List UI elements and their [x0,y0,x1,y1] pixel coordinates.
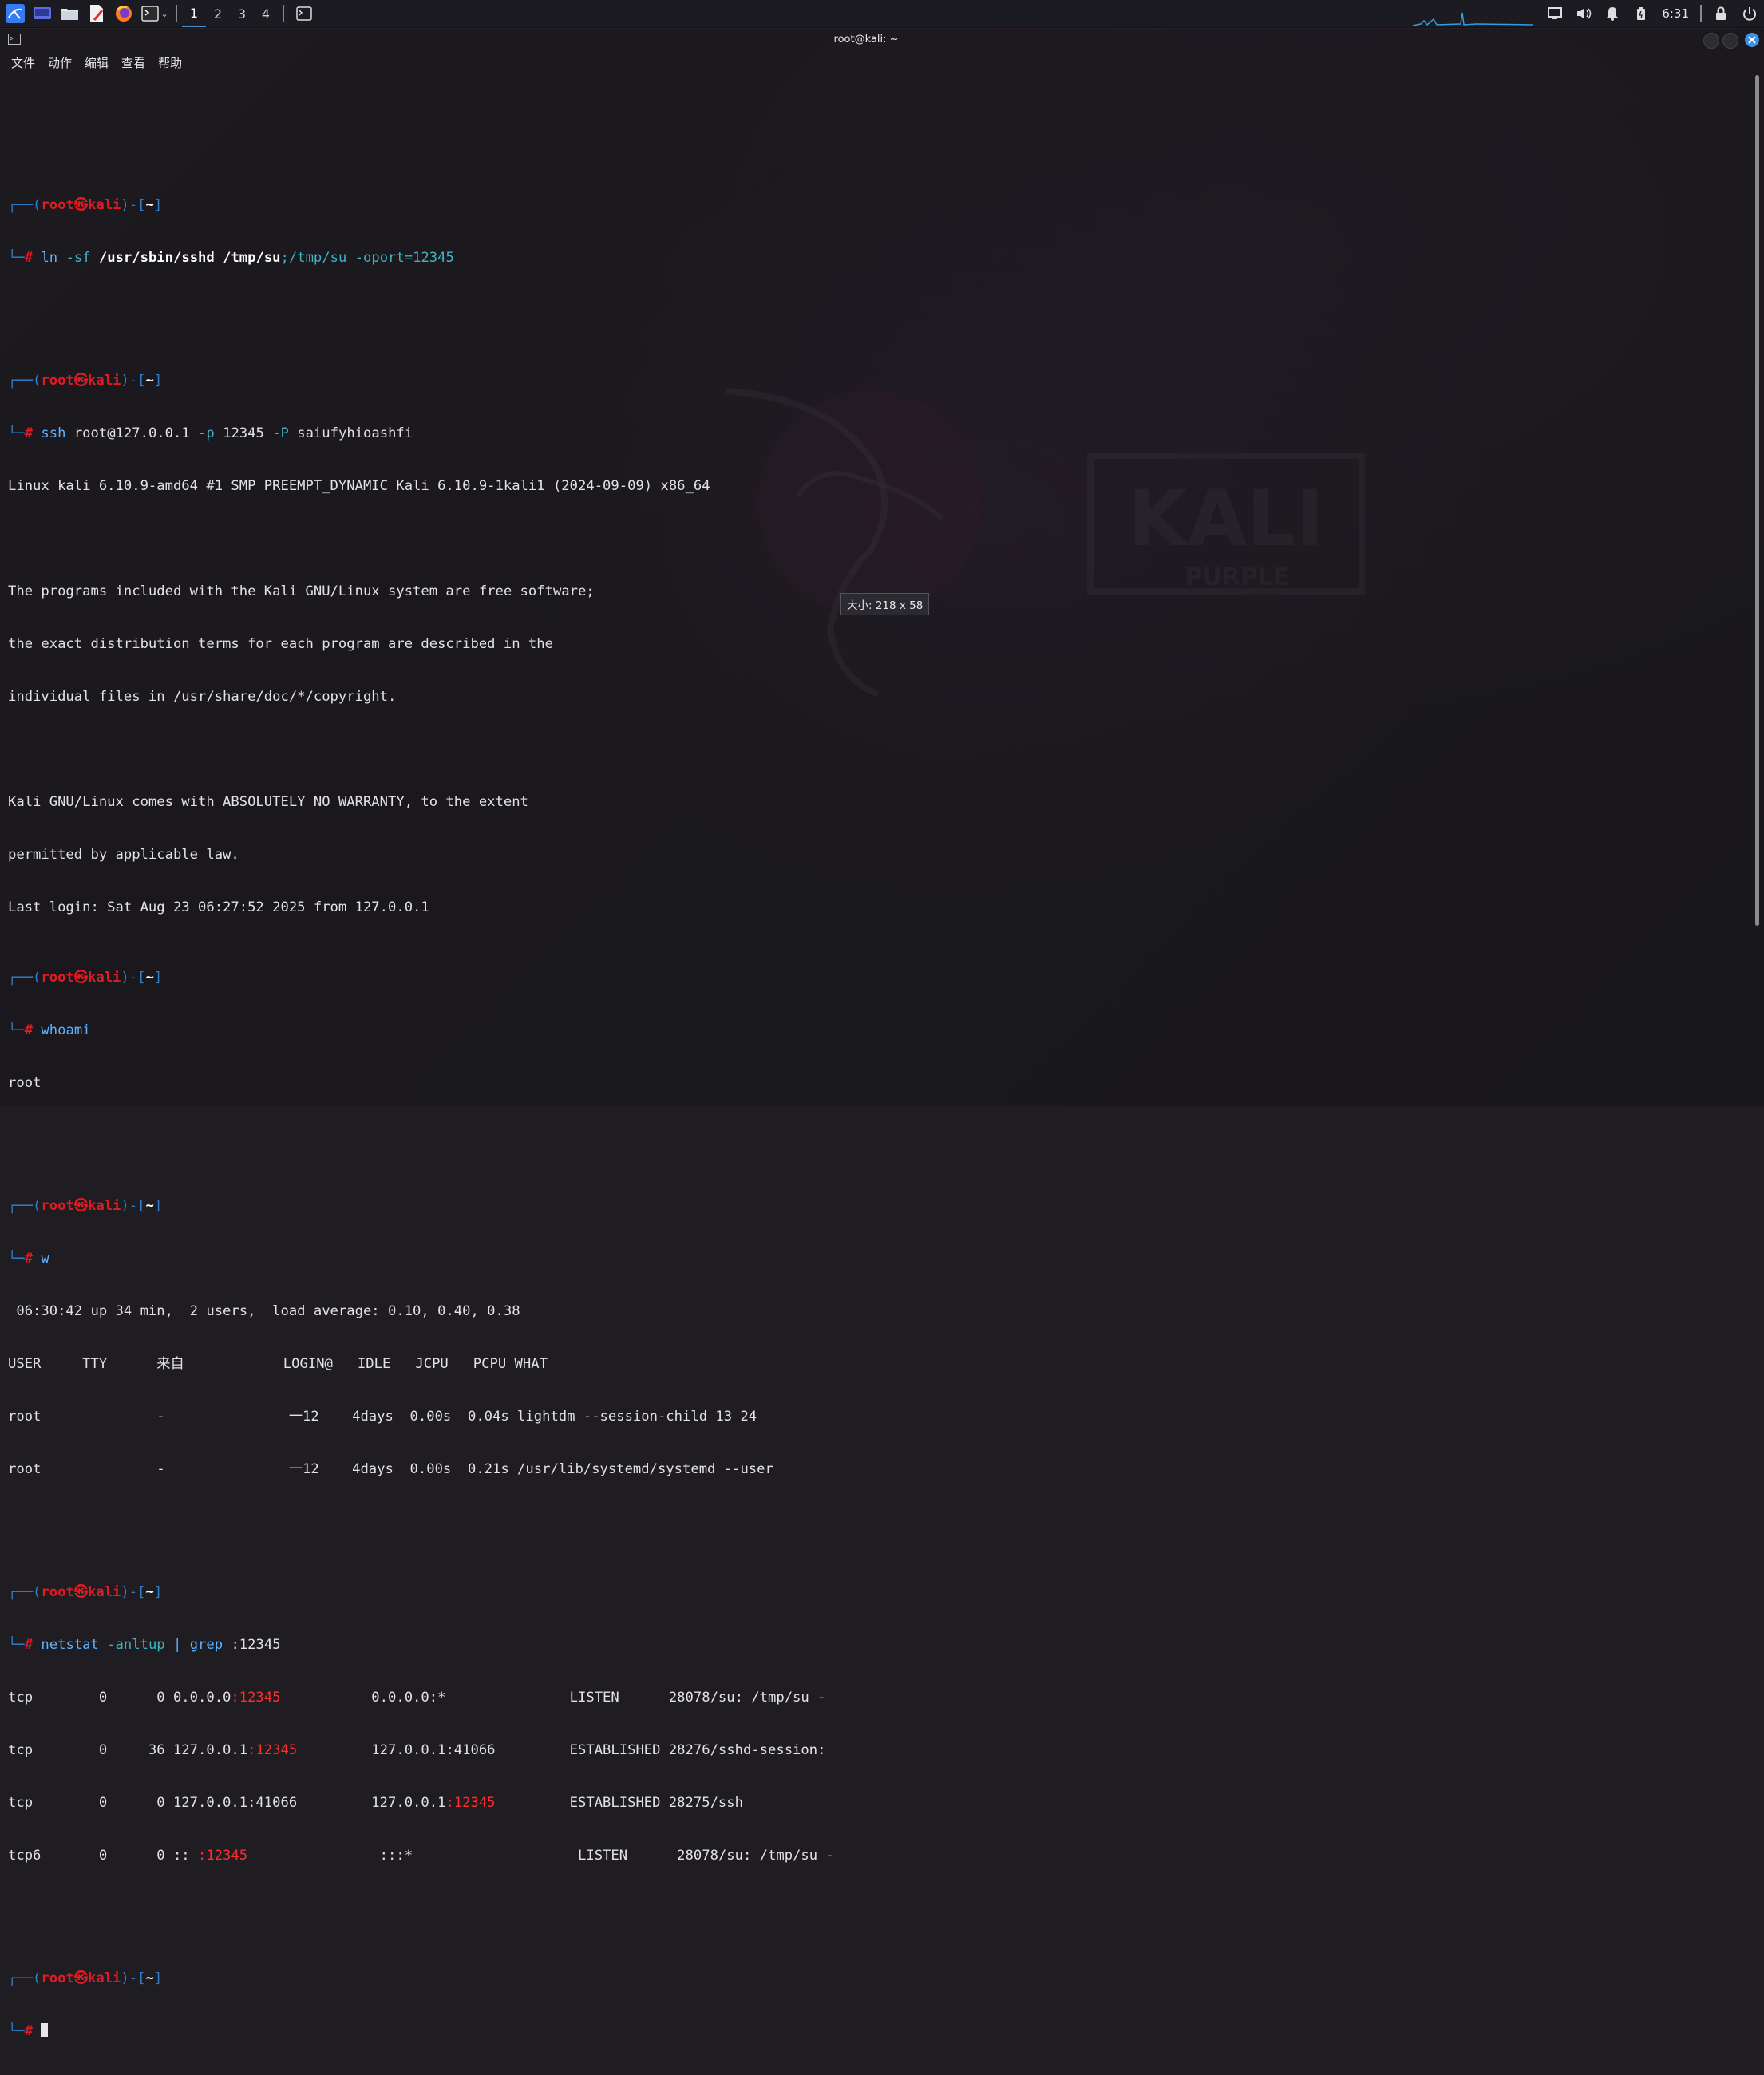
kali-menu-button[interactable] [3,2,27,26]
workspace-2[interactable]: 2 [206,1,230,26]
output-line: USER TTY 来自 LOGIN@ IDLE JCPU PCPU WHAT [8,1356,548,1372]
clock[interactable]: 6:31 [1662,6,1689,21]
close-button[interactable] [1745,33,1759,47]
volume-icon [1577,8,1592,19]
top-taskbar: ⌄ 1 2 3 4 6:31 [0,0,1764,28]
cpu-graph-icon [1413,12,1533,26]
netstat-row: tcp 0 0 127.0.0.1:41066 127.0.0.1:12345 … [8,1795,743,1811]
prompt-line: ┌──(root㉿kali)-[~] [8,1970,163,1986]
output-line: Kali GNU/Linux comes with ABSOLUTELY NO … [8,794,528,810]
terminal-icon [141,6,160,22]
window-title: root@kali: ~ [833,34,899,45]
terminal-window-icon [296,6,312,21]
command-line: └─# whoami [8,1022,91,1038]
lock-icon [1716,6,1726,20]
kali-menu-icon [6,4,25,23]
terminal-window[interactable]: root@kali: ~ 文件 动作 编辑 查看 帮助 ┌──(root㉿kal… [0,29,1764,2039]
prompt-line: ┌──(root㉿kali)-[~] [8,1584,163,1600]
file-manager-button[interactable] [57,2,81,26]
command-line: └─# ssh root@127.0.0.1 -p 12345 -P saiuf… [8,425,413,441]
battery-button[interactable] [1631,0,1651,27]
taskbar-separator [283,5,284,22]
system-tray: 6:31 [1413,0,1764,27]
taskbar-terminal-window[interactable] [292,2,316,26]
firefox-icon [116,6,132,22]
output-line: permitted by applicable law. [8,847,239,863]
notifications-button[interactable] [1602,0,1623,27]
command-line: └─# ln -sf /usr/sbin/sshd /tmp/su;/tmp/s… [8,250,454,266]
menu-view[interactable]: 查看 [115,54,152,71]
netstat-row: tcp 0 0 0.0.0.0:12345 0.0.0.0:* LISTEN 2… [8,1690,826,1705]
lock-screen-button[interactable] [1711,0,1731,27]
netstat-row: tcp 0 36 127.0.0.1:12345 127.0.0.1:41066… [8,1742,826,1758]
prompt-line: ┌──(root㉿kali)-[~] [8,1198,163,1214]
show-desktop-button[interactable] [30,2,54,26]
netstat-row: tcp6 0 0 :: :12345 :::* LISTEN 28078/su:… [8,1848,834,1864]
prompt-line: ┌──(root㉿kali)-[~] [8,197,163,213]
chevron-down-icon[interactable]: ⌄ [160,9,168,19]
prompt-line: ┌──(root㉿kali)-[~] [8,970,163,986]
scrollbar-thumb[interactable] [1755,75,1759,926]
prompt-line: ┌──(root㉿kali)-[~] [8,373,163,389]
taskbar-separator [176,5,177,22]
command-line: └─# w [8,1251,49,1267]
menu-bar: 文件 动作 编辑 查看 帮助 [5,53,188,72]
minimize-button[interactable] [1703,33,1719,49]
current-command-line[interactable]: └─# [8,2022,1724,2040]
text-cursor [41,2023,49,2037]
workspace-4[interactable]: 4 [254,1,278,26]
maximize-button[interactable] [1722,33,1738,49]
firefox-button[interactable] [112,2,136,26]
text-editor-button[interactable] [85,2,109,26]
command-line: └─# netstat -anltup | grep :12345 [8,1637,281,1653]
menu-help[interactable]: 帮助 [152,54,188,71]
volume-button[interactable] [1573,0,1594,27]
workspace-3[interactable]: 3 [230,1,254,26]
display-button[interactable] [1544,0,1565,27]
output-line: Linux kali 6.10.9-amd64 #1 SMP PREEMPT_D… [8,478,710,494]
terminal-output[interactable]: ┌──(root㉿kali)-[~] └─# ln -sf /usr/sbin/… [8,91,1724,2075]
menu-file[interactable]: 文件 [5,54,42,71]
resize-size-tooltip: 大小: 218 x 58 [840,593,930,615]
tray-separator [1700,5,1702,22]
battery-icon [1637,7,1646,20]
output-line: root [8,1075,42,1091]
workspace-1[interactable]: 1 [182,0,206,27]
power-icon [1743,7,1756,21]
output-line: root - 一12 4days 0.00s 0.04s lightdm --s… [8,1409,757,1425]
menu-edit[interactable]: 编辑 [78,54,115,71]
text-editor-icon [90,5,104,22]
output-line: the exact distribution terms for each pr… [8,636,553,652]
window-titlebar[interactable]: root@kali: ~ [0,29,1764,51]
desktop-icon [34,7,51,19]
display-icon [1548,7,1563,19]
terminal-launcher-button[interactable]: ⌄ [139,2,171,26]
output-line: individual files in /usr/share/doc/*/cop… [8,689,397,705]
output-line: root - 一12 4days 0.00s 0.21s /usr/lib/sy… [8,1461,773,1477]
menu-action[interactable]: 动作 [42,54,78,71]
close-icon [1748,36,1756,44]
output-line: Last login: Sat Aug 23 06:27:52 2025 fro… [8,899,429,915]
folder-icon [61,9,78,20]
power-button[interactable] [1739,0,1760,27]
bell-icon [1607,7,1619,21]
output-line: 06:30:42 up 34 min, 2 users, load averag… [8,1303,520,1319]
